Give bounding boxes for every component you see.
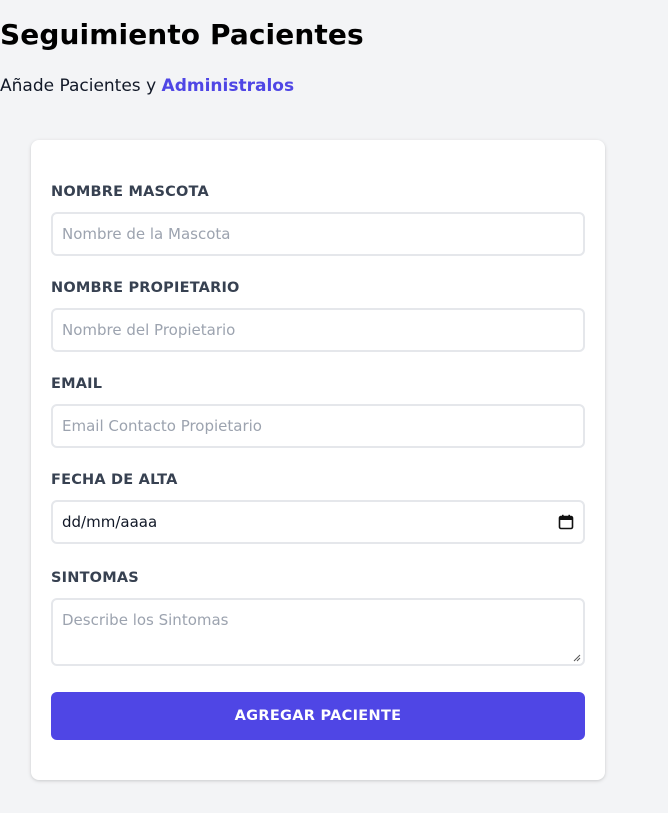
pet-name-input[interactable]: Nombre de la Mascota: [51, 212, 585, 256]
email-placeholder: Email Contacto Propietario: [62, 417, 262, 435]
subtitle-prefix: Añade Pacientes y: [0, 76, 162, 96]
calendar-icon[interactable]: [558, 514, 574, 530]
email-label: EMAIL: [51, 376, 103, 392]
discharge-date-value: dd/mm/aaaa: [62, 513, 158, 531]
symptoms-label: SINTOMAS: [51, 570, 139, 586]
pet-name-placeholder: Nombre de la Mascota: [62, 225, 231, 243]
page-title: Seguimiento Pacientes: [0, 18, 364, 51]
owner-name-label: NOMBRE PROPIETARIO: [51, 280, 240, 296]
owner-name-input[interactable]: Nombre del Propietario: [51, 308, 585, 352]
discharge-date-label: FECHA DE ALTA: [51, 472, 178, 488]
patient-form: NOMBRE MASCOTA Nombre de la Mascota NOMB…: [31, 140, 605, 780]
subtitle-accent: Administralos: [161, 76, 295, 96]
add-patient-button[interactable]: AGREGAR PACIENTE: [51, 692, 585, 740]
symptoms-placeholder: Describe los Sintomas: [62, 611, 229, 629]
symptoms-textarea[interactable]: Describe los Sintomas: [51, 598, 585, 666]
owner-name-placeholder: Nombre del Propietario: [62, 321, 236, 339]
resize-handle-icon[interactable]: [573, 654, 581, 662]
pet-name-label: NOMBRE MASCOTA: [51, 184, 209, 200]
email-input[interactable]: Email Contacto Propietario: [51, 404, 585, 448]
discharge-date-input[interactable]: dd/mm/aaaa: [51, 500, 585, 544]
page-subtitle: Añade Pacientes y Administralos: [0, 76, 636, 96]
